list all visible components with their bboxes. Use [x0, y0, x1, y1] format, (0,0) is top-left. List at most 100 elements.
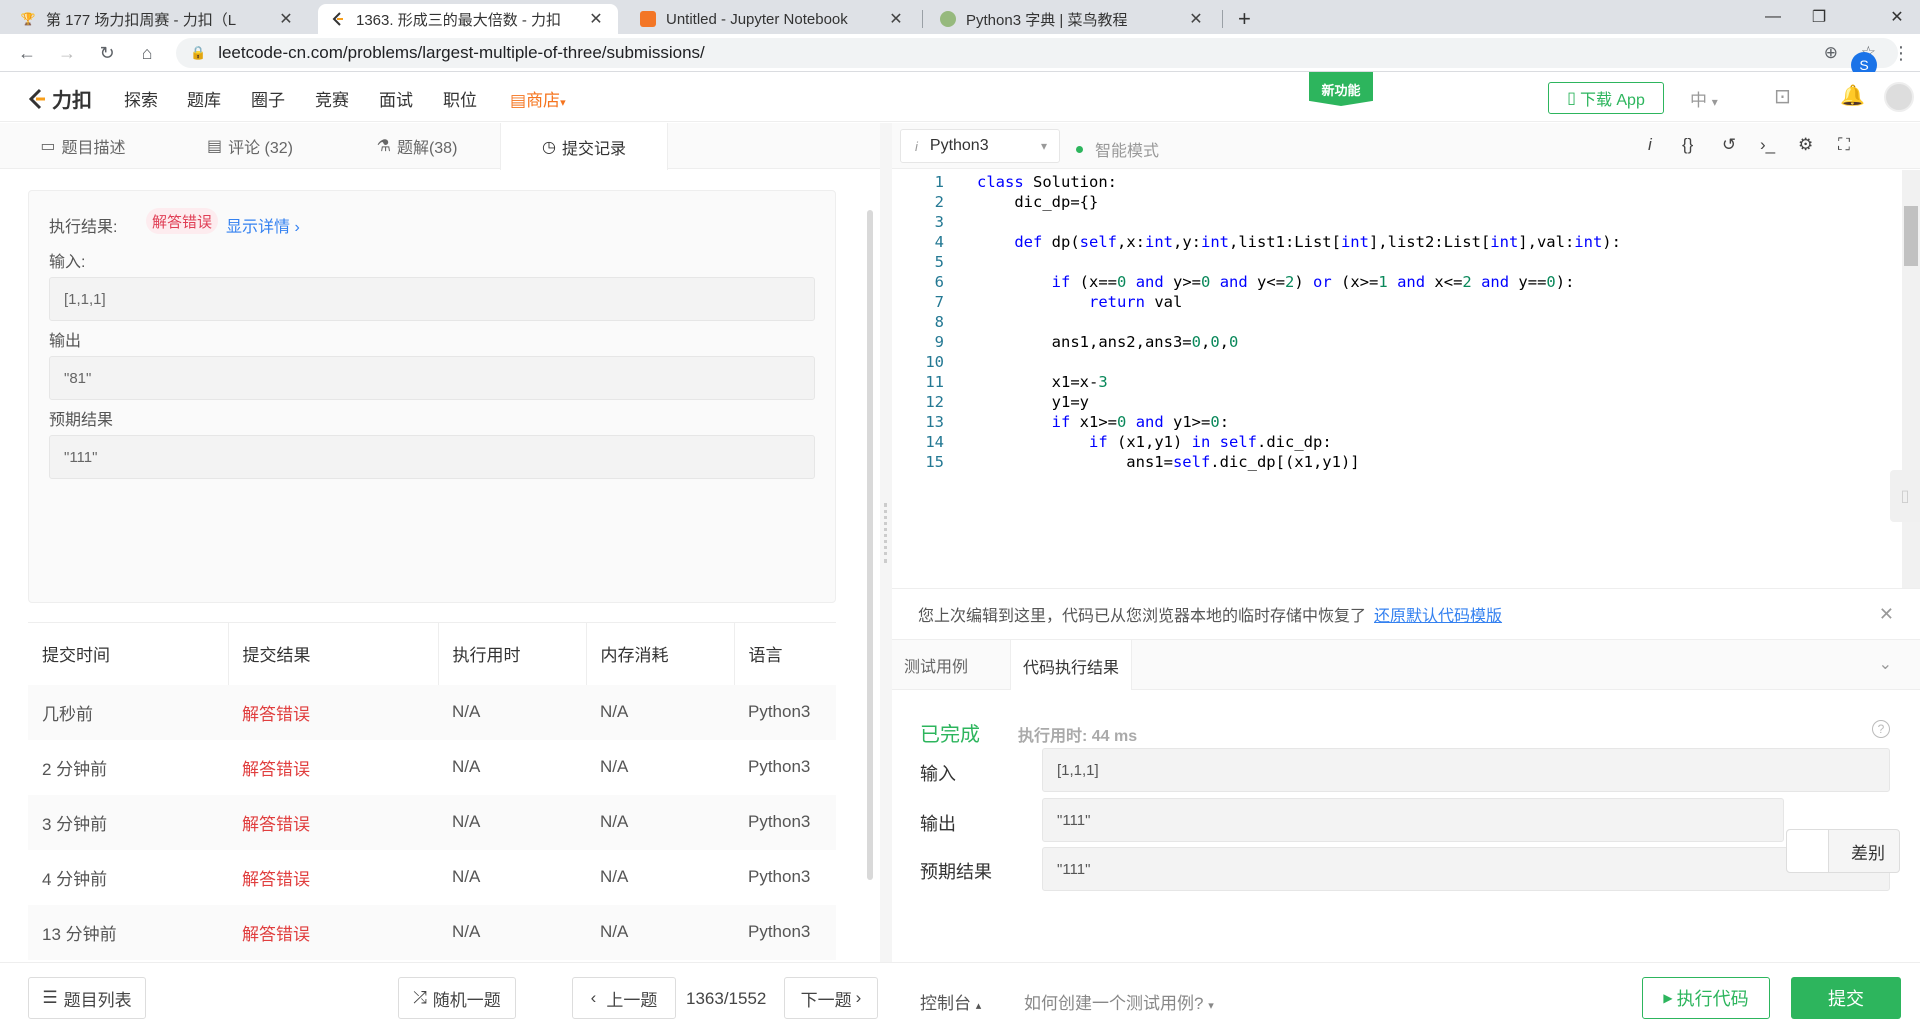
menu-dots-icon[interactable]: ⋮ — [1886, 38, 1916, 68]
info-icon[interactable]: i — [1648, 135, 1652, 155]
result-link[interactable]: 解答错误 — [228, 794, 438, 850]
nav-circle[interactable]: 圈子 — [251, 86, 285, 111]
column-header: 内存消耗 — [586, 622, 735, 685]
new-tab-button[interactable]: + — [1226, 4, 1256, 34]
notification-bell-icon[interactable]: 🔔 — [1840, 83, 1865, 108]
window-close-icon[interactable]: ✕ — [1874, 0, 1920, 34]
language-switch[interactable]: 中 ▾ — [1690, 86, 1718, 111]
browser-tab-weekly-contest[interactable]: 🏆 第 177 场力扣周赛 - 力扣（L ✕ — [8, 4, 308, 34]
browser-tab-title: Python3 字典 | 菜鸟教程 — [966, 11, 1128, 29]
zoom-icon[interactable]: ⊕ — [1824, 43, 1838, 63]
tab-testcase[interactable]: 测试用例 — [892, 640, 980, 690]
editor-scrollbar-thumb[interactable] — [1904, 206, 1918, 266]
input-label: 输入: — [49, 254, 86, 271]
lock-icon: 🔒 — [190, 45, 207, 60]
code-editor[interactable]: 1 class Solution: 2 dic_dp={} 3 4 def dp(… — [892, 170, 1902, 588]
smart-mode-toggle[interactable]: 智能模式 — [1076, 137, 1159, 161]
language-cell: Python3 — [734, 684, 836, 740]
close-tab-icon[interactable]: ✕ — [586, 9, 606, 29]
maximize-icon[interactable]: ❐ — [1796, 0, 1842, 34]
language-select[interactable]: i Python3 ▾ — [900, 129, 1060, 163]
help-icon[interactable]: ? — [1872, 720, 1890, 738]
browser-tab-runoob[interactable]: Python3 字典 | 菜鸟教程 ✕ — [928, 4, 1218, 34]
tab-comments[interactable]: ▤ 评论 (32) — [166, 123, 334, 169]
result-link[interactable]: 解答错误 — [228, 850, 438, 905]
run-code-button[interactable]: ▶ 执行代码 — [1642, 977, 1770, 1019]
clock-icon: ◷ — [542, 138, 556, 156]
url-text: leetcode-cn.com/problems/largest-multipl… — [218, 43, 705, 62]
smart-mode-label: 智能模式 — [1095, 143, 1160, 160]
diff-toggle[interactable]: 差别 — [1786, 829, 1900, 873]
close-tab-icon[interactable]: ✕ — [1186, 9, 1206, 29]
table-row[interactable]: 2 分钟前 解答错误 N/A N/A Python3 — [28, 740, 836, 795]
table-row[interactable]: 几秒前 解答错误 N/A N/A Python3 — [28, 684, 836, 740]
nav-contest[interactable]: 竞赛 — [315, 86, 349, 111]
playground-icon[interactable]: ⊡ — [1774, 84, 1791, 109]
store-icon: ▤ — [510, 91, 527, 110]
tab-run-result[interactable]: 代码执行结果 — [1010, 640, 1133, 691]
result-link[interactable]: 解答错误 — [228, 740, 438, 795]
nav-jobs[interactable]: 职位 — [443, 86, 477, 111]
chevron-down-icon[interactable]: ⌄ — [1879, 654, 1892, 674]
phone-icon: ▯ — [1567, 90, 1576, 107]
random-problem-button[interactable]: ⤮ 随机一题 — [398, 977, 516, 1019]
close-tab-icon[interactable]: ✕ — [886, 9, 906, 29]
terminal-icon[interactable]: ›_ — [1760, 135, 1775, 155]
minimize-icon[interactable]: — — [1750, 0, 1796, 34]
run-input-value: [1,1,1] — [1042, 748, 1890, 792]
prev-problem-button[interactable]: ‹ 上一题 — [572, 977, 676, 1019]
table-row[interactable]: 4 分钟前 解答错误 N/A N/A Python3 — [28, 850, 836, 905]
restore-notice-text: 您上次编辑到这里，代码已从您浏览器本地的临时存储中恢复了 — [918, 608, 1367, 625]
console-toggle[interactable]: 控制台 ▴ — [920, 989, 981, 1014]
next-problem-button[interactable]: 下一题 › — [784, 977, 878, 1019]
settings-gear-icon[interactable]: ⚙ — [1798, 135, 1813, 155]
new-feature-ribbon[interactable]: 新功能 — [1309, 72, 1373, 106]
language-label: 中 — [1690, 91, 1707, 110]
tab-solutions[interactable]: ⚗ 题解(38) — [334, 123, 500, 169]
chevron-down-icon: ▾ — [1208, 1000, 1214, 1012]
leetcode-icon — [330, 11, 346, 27]
output-label: 输出 — [49, 333, 82, 350]
tab-description[interactable]: ▭ 题目描述 — [0, 123, 166, 169]
submit-time-cell: 3 分钟前 — [28, 794, 228, 850]
url-input[interactable]: 🔒 leetcode-cn.com/problems/largest-multi… — [176, 38, 1898, 68]
forward-icon[interactable]: → — [52, 38, 82, 68]
reload-icon[interactable]: ↻ — [92, 38, 122, 68]
prev-label: 上一题 — [606, 990, 658, 1010]
nav-problemset[interactable]: 题库 — [187, 86, 221, 111]
browser-tab-problem[interactable]: 1363. 形成三的最大倍数 - 力扣 ✕ — [318, 4, 618, 34]
nav-store[interactable]: ▤商店▾ — [510, 86, 566, 111]
table-row[interactable]: 13 分钟前 解答错误 N/A N/A Python3 — [28, 904, 836, 960]
submit-button[interactable]: 提交 — [1791, 977, 1901, 1019]
nav-explore[interactable]: 探索 — [124, 86, 158, 111]
howto-testcase-link[interactable]: 如何创建一个测试用例? ▾ — [1024, 989, 1214, 1014]
fullscreen-icon[interactable]: ⛶ — [1838, 135, 1850, 155]
download-app-button[interactable]: ▯ 下载 App — [1548, 82, 1664, 114]
runoob-icon — [940, 11, 956, 27]
close-tab-icon[interactable]: ✕ — [276, 9, 296, 29]
run-result-panel: 已完成 执行用时: 44 ms ? 输入 [1,1,1] 输出 "111" 预期… — [892, 690, 1920, 962]
braces-icon[interactable]: {} — [1682, 135, 1693, 155]
restore-default-link[interactable]: 还原默认代码模版 — [1374, 602, 1502, 626]
result-link[interactable]: 解答错误 — [228, 684, 438, 740]
feedback-side-icon[interactable]: ▯ — [1890, 470, 1920, 522]
home-icon[interactable]: ⌂ — [132, 38, 162, 68]
browser-tab-jupyter[interactable]: Untitled - Jupyter Notebook ✕ — [628, 4, 918, 34]
table-row[interactable]: 3 分钟前 解答错误 N/A N/A Python3 — [28, 794, 836, 850]
nav-interview[interactable]: 面试 — [379, 86, 413, 111]
back-icon[interactable]: ← — [12, 38, 42, 68]
leetcode-logo[interactable]: 力扣 — [26, 84, 92, 113]
expected-label: 预期结果 — [49, 412, 114, 429]
problem-list-button[interactable]: ☰ 题目列表 — [28, 977, 146, 1019]
tab-submissions[interactable]: ◷ 提交记录 — [500, 123, 668, 170]
code-line: return val — [1088, 293, 1183, 311]
reset-icon[interactable]: ↺ — [1722, 135, 1736, 155]
result-link[interactable]: 解答错误 — [228, 904, 438, 960]
tab-label: 题目描述 — [61, 140, 126, 157]
diff-label: 差别 — [1851, 843, 1885, 863]
panel-resize-handle[interactable] — [880, 123, 892, 963]
left-panel-scrollbar[interactable] — [867, 210, 873, 880]
show-details-link[interactable]: 显示详情 › — [226, 213, 300, 237]
user-avatar[interactable] — [1884, 82, 1914, 112]
close-icon[interactable]: ✕ — [1879, 604, 1894, 625]
